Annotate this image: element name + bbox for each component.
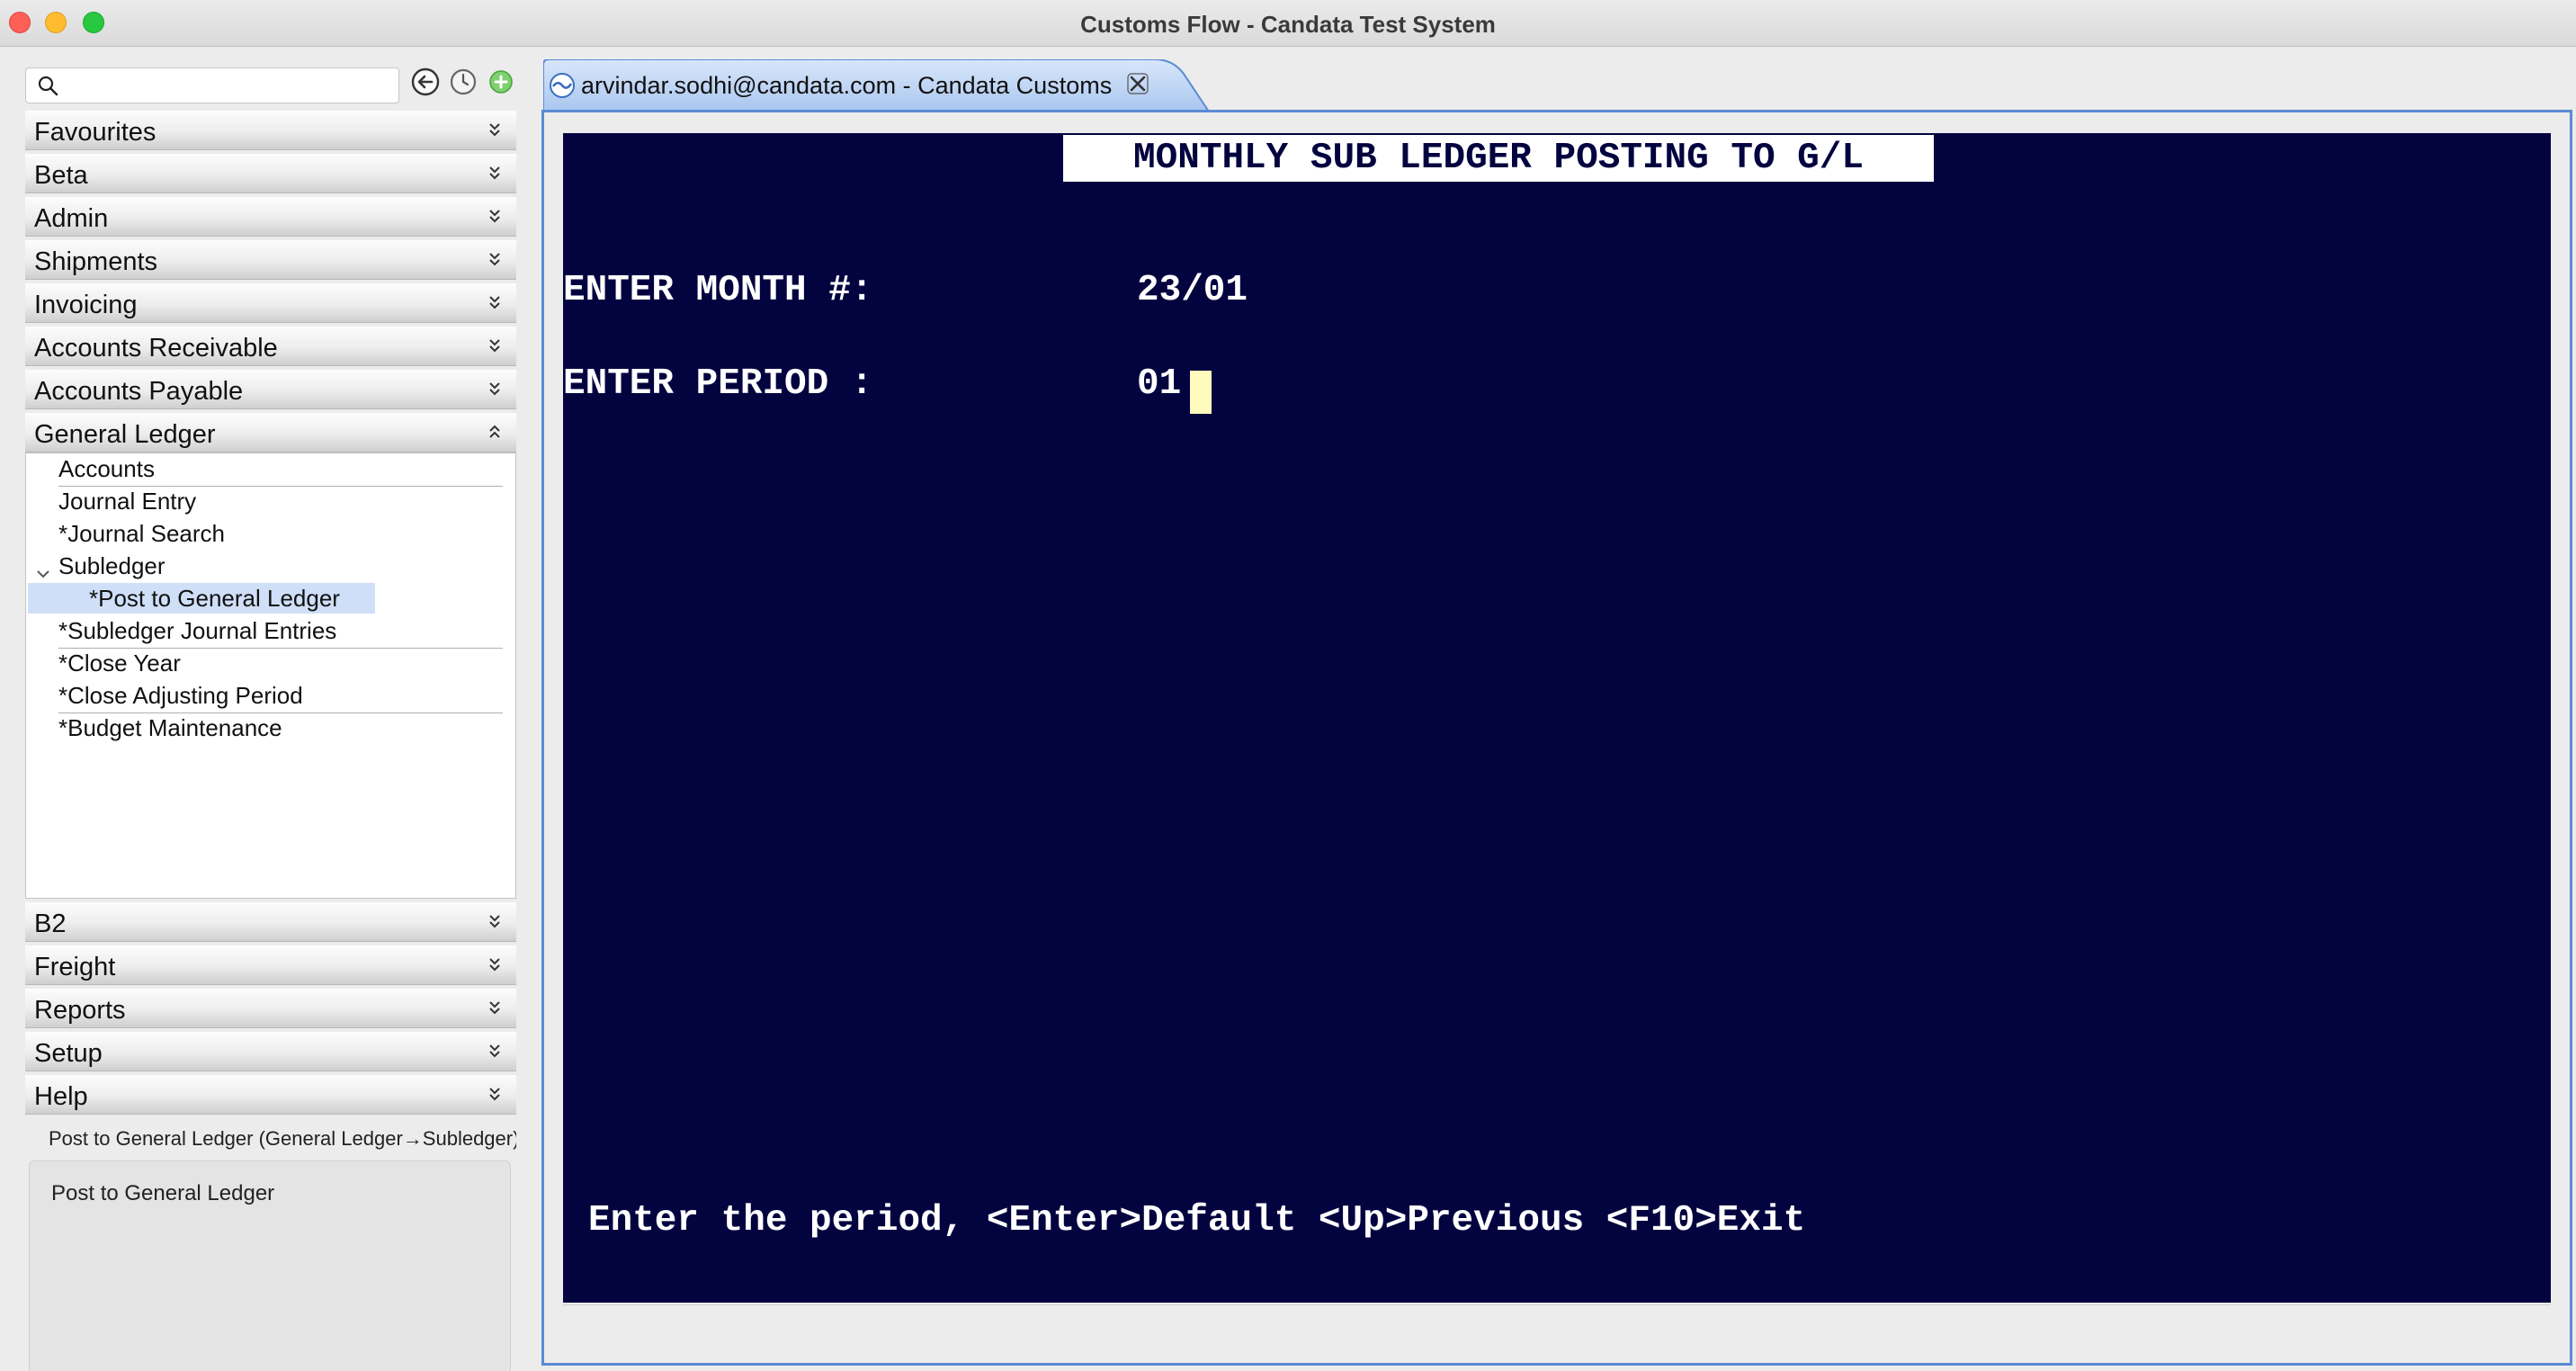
chevron-down-icon[interactable] <box>35 569 51 579</box>
section-label: Setup <box>34 1039 103 1068</box>
section-favourites[interactable]: Favourites <box>25 111 516 150</box>
tab-candata-customs[interactable]: arvindar.sodhi@candata.com - Candata Cus… <box>543 59 1209 112</box>
tree-item-subledger[interactable]: Subledger <box>58 551 165 581</box>
section-label: Help <box>34 1082 88 1111</box>
window-titlebar: Customs Flow - Candata Test System <box>0 0 2576 47</box>
double-chevron-down-icon <box>489 1001 500 1015</box>
terminal-footer-bar <box>563 1304 2551 1349</box>
tree-item-journal-search[interactable]: *Journal Search <box>58 518 225 549</box>
double-chevron-down-icon <box>489 123 500 137</box>
section-help[interactable]: Help <box>25 1075 516 1115</box>
terminal-session-icon <box>550 73 575 98</box>
section-b2[interactable]: B2 <box>25 902 516 942</box>
section-invoicing[interactable]: Invoicing <box>25 283 516 323</box>
double-chevron-down-icon <box>489 296 500 309</box>
section-label: Admin <box>34 204 109 233</box>
double-chevron-down-icon <box>489 1044 500 1058</box>
section-label: B2 <box>34 910 67 938</box>
section-label: Shipments <box>34 247 158 276</box>
add-plus-icon <box>489 70 513 94</box>
tree-item-journal-entry[interactable]: Journal Entry <box>58 486 196 516</box>
month-prompt-label: ENTER MONTH #: <box>563 270 873 311</box>
navigation-panel: Favourites Beta Admin Shipments Invoicin… <box>0 48 531 1371</box>
double-chevron-down-icon <box>489 166 500 180</box>
text-cursor <box>1190 371 1212 414</box>
tree-item-accounts[interactable]: Accounts <box>58 453 155 484</box>
history-button[interactable] <box>448 67 479 97</box>
period-prompt-label: ENTER PERIOD : <box>563 363 873 405</box>
section-accounts-payable[interactable]: Accounts Payable <box>25 370 516 409</box>
search-icon <box>38 76 58 96</box>
history-clock-icon <box>450 68 477 95</box>
month-value: 23/01 <box>1137 270 1248 311</box>
section-freight[interactable]: Freight <box>25 945 516 985</box>
screen-title: MONTHLY SUB LEDGER POSTING TO G/L <box>1063 135 1934 182</box>
tab-label: arvindar.sodhi@candata.com - Candata Cus… <box>581 72 1113 99</box>
section-label: Reports <box>34 996 126 1025</box>
search-input[interactable] <box>67 72 391 99</box>
tree-item-budget-maintenance[interactable]: *Budget Maintenance <box>58 712 282 743</box>
section-accounts-receivable[interactable]: Accounts Receivable <box>25 327 516 366</box>
back-arrow-icon <box>411 67 440 96</box>
section-shipments[interactable]: Shipments <box>25 240 516 280</box>
double-chevron-down-icon <box>489 382 500 396</box>
window-title: Customs Flow - Candata Test System <box>1080 11 1496 38</box>
section-label: Invoicing <box>34 291 138 319</box>
tree-item-post-to-general-ledger[interactable]: *Post to General Ledger <box>89 583 340 614</box>
double-chevron-down-icon <box>489 253 500 266</box>
double-chevron-down-icon <box>489 210 500 223</box>
double-chevron-down-icon <box>489 1088 500 1101</box>
tree-item-subledger-journal-entries[interactable]: *Subledger Journal Entries <box>58 615 336 646</box>
tree-item-close-adjusting-period[interactable]: *Close Adjusting Period <box>58 680 303 711</box>
section-label: Accounts Payable <box>34 377 244 406</box>
section-setup[interactable]: Setup <box>25 1032 516 1071</box>
double-chevron-down-icon <box>489 915 500 928</box>
description-text: Post to General Ledger <box>51 1181 275 1205</box>
terminal-screen[interactable]: MONTHLY SUB LEDGER POSTING TO G/L ENTER … <box>563 133 2551 1303</box>
back-button[interactable] <box>410 67 441 97</box>
search-box[interactable] <box>25 67 399 103</box>
general-ledger-tree: Accounts Journal Entry *Journal Search S… <box>25 453 516 899</box>
add-favourite-button[interactable] <box>486 67 516 97</box>
description-panel: Post to General Ledger <box>29 1160 511 1371</box>
double-chevron-down-icon <box>489 958 500 972</box>
section-label: Beta <box>34 161 88 190</box>
section-admin[interactable]: Admin <box>25 197 516 237</box>
section-label: Freight <box>34 953 116 981</box>
double-chevron-down-icon <box>489 339 500 353</box>
section-label: General Ledger <box>34 420 216 449</box>
tree-item-close-year[interactable]: *Close Year <box>58 648 181 678</box>
period-input[interactable]: 01 <box>1137 363 1181 405</box>
selection-path: Post to General Ledger (General Ledger→S… <box>49 1127 516 1150</box>
section-reports[interactable]: Reports <box>25 989 516 1028</box>
section-label: Accounts Receivable <box>34 334 278 363</box>
help-line: Enter the period, <Enter>Default <Up>Pre… <box>588 1200 1806 1241</box>
double-chevron-up-icon <box>489 425 500 438</box>
section-label: Favourites <box>34 118 157 147</box>
section-beta[interactable]: Beta <box>25 154 516 193</box>
close-tab-icon[interactable] <box>1126 72 1149 95</box>
section-general-ledger[interactable]: General Ledger <box>25 413 516 453</box>
